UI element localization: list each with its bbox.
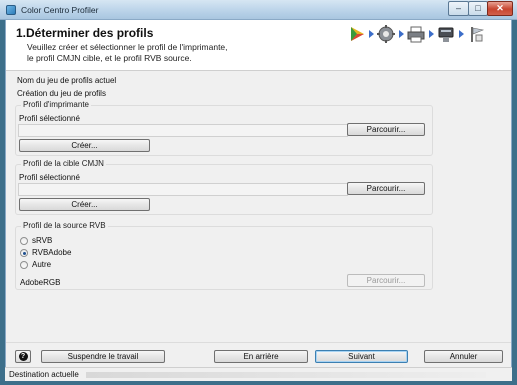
- radio-label-adobergb[interactable]: RVBAdobe: [32, 248, 71, 257]
- help-icon: ?: [18, 352, 28, 361]
- description-line-1: Veuillez créer et sélectionner le profil…: [27, 42, 228, 52]
- maximize-button[interactable]: □: [468, 1, 488, 16]
- radio-other[interactable]: [20, 261, 28, 269]
- group-title: Profil de la source RVB: [21, 221, 108, 230]
- app-icon: [6, 5, 16, 15]
- main-window: 1.Déterminer des profils Veuillez créer …: [5, 20, 512, 378]
- printer-step-icon: [407, 26, 425, 43]
- cmyk-browse-button[interactable]: Parcourir...: [347, 182, 425, 195]
- title-bar: Color Centro Profiler – □ ✕: [0, 0, 517, 20]
- minimize-button[interactable]: –: [448, 1, 469, 16]
- status-label: Destination actuelle: [9, 370, 79, 379]
- arrow-right-icon: [429, 30, 434, 38]
- radio-adobergb[interactable]: [20, 249, 28, 257]
- step-header: 1.Déterminer des profils Veuillez créer …: [6, 20, 511, 71]
- profile-set-label: Nom du jeu de profils actuel: [17, 76, 117, 85]
- page-title: 1.Déterminer des profils: [16, 26, 154, 40]
- cancel-button[interactable]: Annuler: [424, 350, 503, 363]
- step-progress: [346, 23, 506, 47]
- selected-profile-label: Profil sélectionné: [19, 114, 80, 123]
- help-button[interactable]: ?: [15, 350, 31, 363]
- printer-create-button[interactable]: Créer...: [19, 139, 150, 152]
- arrow-right-icon: [369, 30, 374, 38]
- flag-step-icon: [471, 27, 485, 42]
- next-button[interactable]: Suivant: [315, 350, 408, 363]
- footer-divider: [6, 342, 511, 343]
- radio-label-other[interactable]: Autre: [32, 260, 51, 269]
- rgb-browse-button[interactable]: Parcourir...: [347, 274, 425, 287]
- gear-step-icon: [377, 25, 395, 43]
- rgb-source-group: Profil de la source RVB sRVB RVBAdobe Au…: [15, 221, 433, 290]
- radio-label-srgb[interactable]: sRVB: [32, 236, 52, 245]
- status-progress: [86, 372, 486, 378]
- radio-srgb[interactable]: [20, 237, 28, 245]
- description-line-2: le profil CMJN cible, et le profil RVB s…: [27, 53, 192, 63]
- profile-set-value: Création du jeu de profils: [17, 89, 106, 98]
- group-title: Profil de la cible CMJN: [21, 159, 106, 168]
- cmyk-create-button[interactable]: Créer...: [19, 198, 150, 211]
- play-step-icon: [351, 27, 364, 41]
- arrow-right-icon: [459, 30, 464, 38]
- printer-profile-field[interactable]: [18, 124, 348, 137]
- rgb-source-value: AdobeRGB: [20, 278, 61, 287]
- suspend-button[interactable]: Suspendre le travail: [41, 350, 165, 363]
- scanner-step-icon: [438, 27, 454, 42]
- printer-browse-button[interactable]: Parcourir...: [347, 123, 425, 136]
- arrow-right-icon: [399, 30, 404, 38]
- cmyk-profile-field[interactable]: [18, 183, 348, 196]
- status-bar: Destination actuelle: [5, 367, 512, 381]
- step-description: Veuillez créer et sélectionner le profil…: [27, 42, 228, 64]
- close-button[interactable]: ✕: [487, 1, 513, 16]
- group-title: Profil d'imprimante: [21, 100, 91, 109]
- cmyk-target-group: Profil de la cible CMJN Profil sélection…: [15, 159, 433, 215]
- window-title: Color Centro Profiler: [21, 5, 99, 15]
- printer-profile-group: Profil d'imprimante Profil sélectionné P…: [15, 100, 433, 156]
- back-button[interactable]: En arrière: [214, 350, 308, 363]
- selected-profile-label: Profil sélectionné: [19, 173, 80, 182]
